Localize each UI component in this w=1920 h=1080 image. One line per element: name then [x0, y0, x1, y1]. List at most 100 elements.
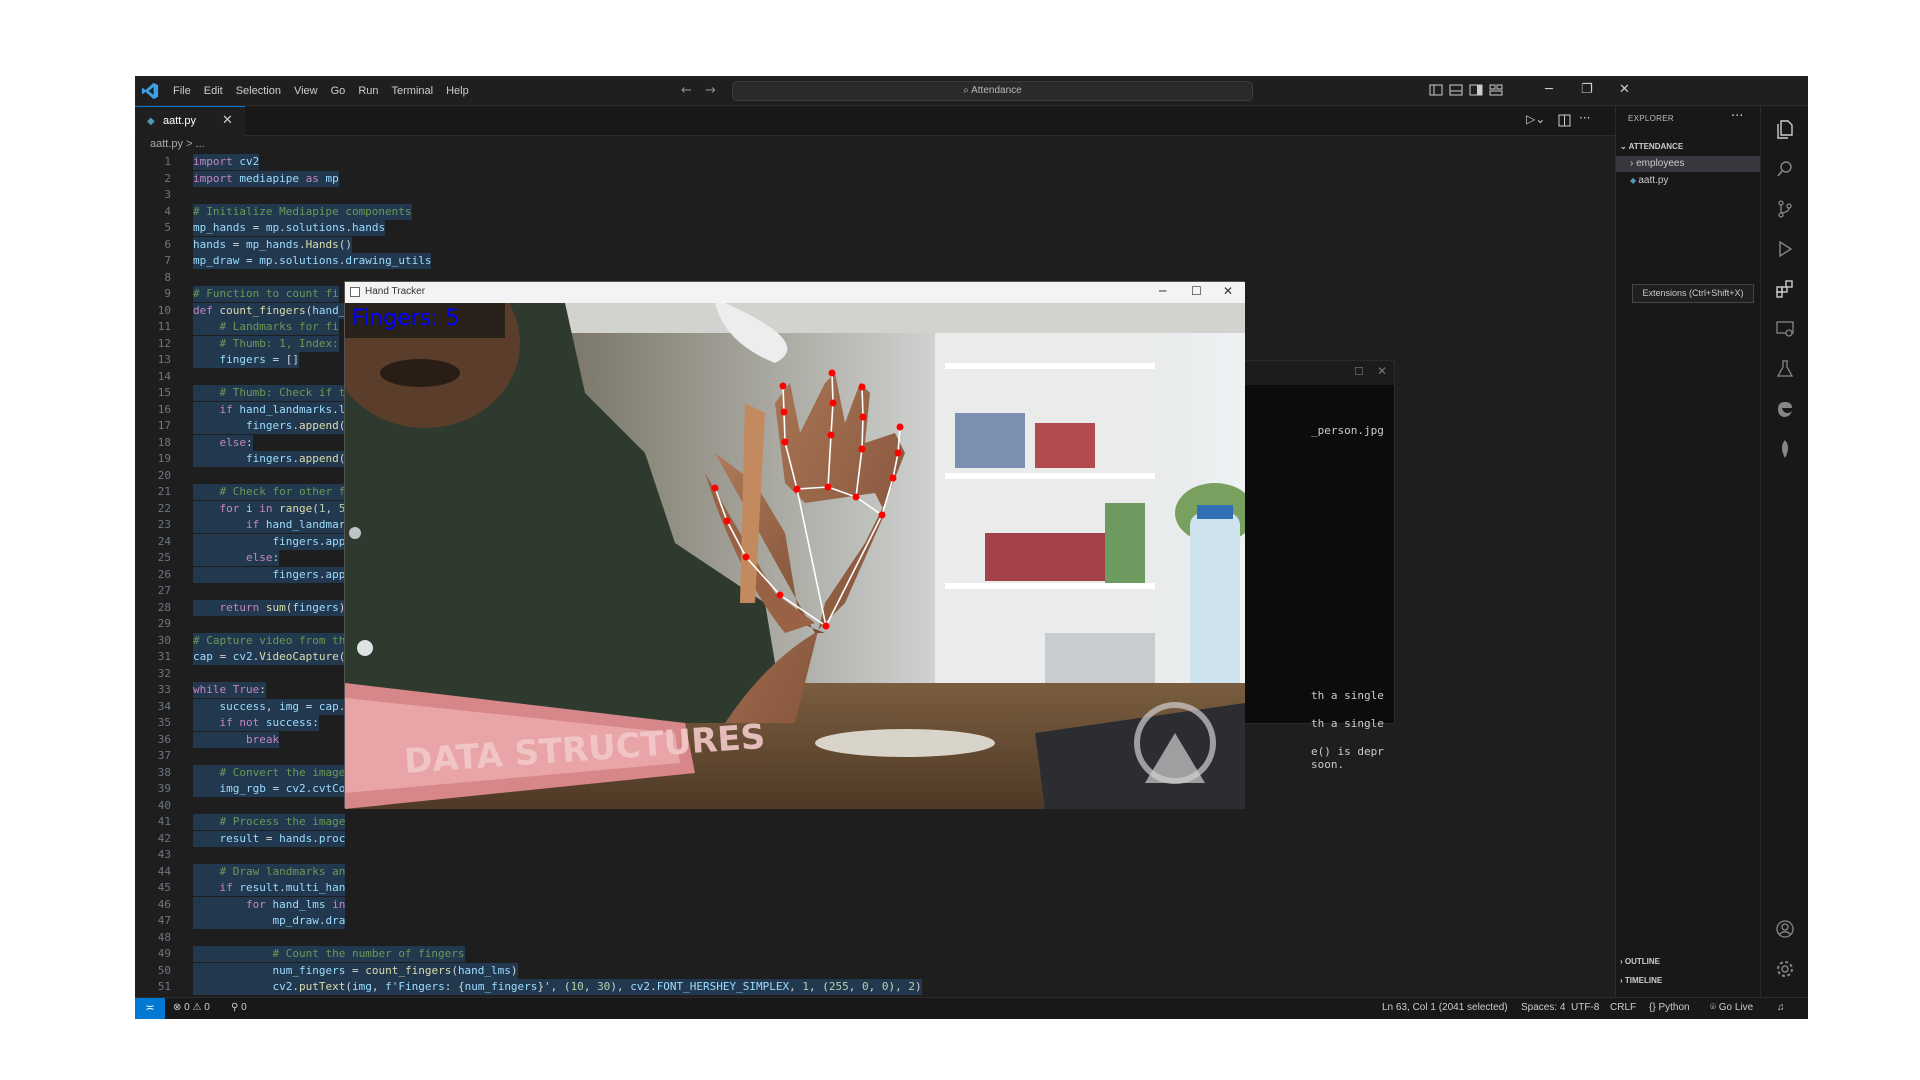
- close-window-icon[interactable]: ✕: [1619, 82, 1630, 97]
- line-number: 18: [157, 435, 171, 449]
- tab-aatt-py[interactable]: ◆ aatt.py ✕: [135, 106, 245, 136]
- toggle-panel-icon[interactable]: [1449, 83, 1463, 97]
- code-line[interactable]: 44 # Draw landmarks an: [135, 863, 1615, 880]
- code-line[interactable]: 48: [135, 930, 1615, 946]
- command-center-search[interactable]: ⌕ Attendance: [732, 81, 1253, 101]
- notifications-bell-icon[interactable]: ♫: [1777, 1002, 1785, 1013]
- menu-run[interactable]: Run: [358, 85, 378, 97]
- code-line[interactable]: 41 # Process the image: [135, 814, 1615, 830]
- search-icon[interactable]: [1775, 159, 1795, 179]
- remote-explorer-icon[interactable]: [1775, 319, 1795, 339]
- explorer-icon[interactable]: [1775, 119, 1795, 139]
- line-number: 10: [157, 303, 171, 317]
- restore-icon[interactable]: ❐: [1581, 82, 1593, 97]
- split-editor-icon[interactable]: [1558, 114, 1571, 127]
- more-actions-icon[interactable]: ···: [1579, 111, 1590, 125]
- code-line[interactable]: 5 mp_hands = mp.solutions.hands: [135, 220, 1615, 236]
- menu-help[interactable]: Help: [446, 85, 469, 97]
- line-number: 16: [157, 402, 171, 416]
- line-code: break: [193, 731, 280, 748]
- menu-view[interactable]: View: [294, 85, 318, 97]
- language-mode[interactable]: {} Python: [1649, 1002, 1690, 1013]
- code-line[interactable]: 3: [135, 187, 1615, 203]
- testing-icon[interactable]: [1775, 359, 1795, 379]
- code-line[interactable]: 2 import mediapipe as mp: [135, 170, 1615, 187]
- forward-arrow-icon[interactable]: →: [705, 83, 716, 98]
- line-code: # Count the number of fingers: [193, 946, 465, 962]
- toggle-secondary-sidebar-icon[interactable]: [1469, 83, 1483, 97]
- line-number: 51: [157, 980, 171, 993]
- run-python-icon[interactable]: ▷⌄: [1526, 112, 1545, 126]
- mongodb-icon[interactable]: [1775, 439, 1795, 459]
- end-of-line[interactable]: CRLF: [1610, 1002, 1636, 1013]
- camera-feed: DATA STRUCTURES Fingers: 5: [345, 303, 1245, 809]
- edge-icon[interactable]: [1775, 399, 1795, 419]
- explorer-more-icon[interactable]: ···: [1731, 109, 1743, 124]
- explorer-section-outline[interactable]: › OUTLINE: [1620, 957, 1660, 966]
- code-line[interactable]: 50 num_fingers = count_fingers(hand_lms): [135, 962, 1615, 979]
- line-number: 19: [157, 452, 171, 465]
- tab-close-icon[interactable]: ✕: [222, 113, 233, 128]
- hand-tracker-maximize-icon[interactable]: ☐: [1191, 284, 1202, 298]
- code-line[interactable]: 6 hands = mp_hands.Hands(): [135, 236, 1615, 253]
- line-code: while True:: [193, 682, 266, 698]
- line-code: for i in range(1, 5: [193, 500, 346, 517]
- menu-terminal[interactable]: Terminal: [392, 85, 434, 97]
- line-code: import mediapipe as mp: [193, 170, 339, 187]
- line-number: 22: [157, 501, 171, 515]
- account-icon[interactable]: [1775, 919, 1795, 939]
- run-debug-icon[interactable]: [1775, 239, 1795, 259]
- code-line[interactable]: 7 mp_draw = mp.solutions.drawing_utils: [135, 253, 1615, 269]
- extensions-icon[interactable]: [1775, 279, 1795, 299]
- explorer-item-employees[interactable]: › employees: [1616, 156, 1761, 172]
- ports-indicator[interactable]: ⚲ 0: [231, 1002, 247, 1013]
- line-code: cv2.putText(img, f'Fingers: {num_fingers…: [193, 979, 922, 995]
- line-code: import cv2: [193, 154, 260, 170]
- menu-selection[interactable]: Selection: [236, 85, 281, 97]
- explorer-item-aatt-py[interactable]: ◆ aatt.py: [1616, 173, 1761, 189]
- code-line[interactable]: 45 if result.multi_han: [135, 880, 1615, 896]
- line-code: fingers.app: [193, 566, 346, 583]
- minimize-icon[interactable]: ─: [1545, 82, 1553, 97]
- toggle-primary-sidebar-icon[interactable]: [1429, 83, 1443, 97]
- code-line[interactable]: 43: [135, 847, 1615, 863]
- line-number: 25: [157, 551, 171, 564]
- line-number: 44: [157, 864, 171, 878]
- line-number: 31: [157, 650, 171, 663]
- code-line[interactable]: 49 # Count the number of fingers: [135, 946, 1615, 962]
- explorer-section-timeline[interactable]: › TIMELINE: [1620, 976, 1662, 985]
- remote-indicator-icon[interactable]: ≍: [135, 998, 165, 1019]
- customize-layout-icon[interactable]: [1489, 83, 1503, 97]
- back-arrow-icon[interactable]: ←: [681, 83, 692, 98]
- source-control-icon[interactable]: [1775, 199, 1795, 219]
- encoding[interactable]: UTF-8: [1571, 1002, 1599, 1013]
- menu-edit[interactable]: Edit: [204, 85, 223, 97]
- cursor-position[interactable]: Ln 63, Col 1 (2041 selected): [1382, 1002, 1508, 1013]
- line-code: return sum(fingers): [193, 599, 346, 616]
- code-line[interactable]: 46 for hand_lms in: [135, 896, 1615, 913]
- hand-tracker-titlebar[interactable]: Hand Tracker ─ ☐ ✕: [345, 282, 1245, 303]
- console-line: _person.jpg: [1311, 424, 1384, 437]
- camera-frame-image: DATA STRUCTURES: [345, 303, 1245, 809]
- code-line[interactable]: 1 import cv2: [135, 154, 1615, 170]
- problems-indicator[interactable]: ⊗ 0 ⚠ 0: [173, 1002, 210, 1013]
- hand-tracker-window[interactable]: Hand Tracker ─ ☐ ✕ DATA STRUCTURES Finge…: [344, 281, 1245, 809]
- console-close-icon[interactable]: ✕: [1377, 364, 1387, 378]
- code-line[interactable]: 47 mp_draw.dra: [135, 913, 1615, 929]
- explorer-section-attendance[interactable]: ⌄ ATTENDANCE: [1620, 142, 1683, 151]
- code-line[interactable]: 42 result = hands.proc: [135, 830, 1615, 847]
- breadcrumb[interactable]: aatt.py > ...: [150, 138, 205, 150]
- menu-file[interactable]: File: [173, 85, 191, 97]
- code-line[interactable]: 51 cv2.putText(img, f'Fingers: {num_fing…: [135, 979, 1615, 995]
- hand-tracker-close-icon[interactable]: ✕: [1223, 284, 1233, 298]
- console-maximize-icon[interactable]: ☐: [1354, 365, 1364, 378]
- settings-icon[interactable]: [1775, 959, 1795, 979]
- indentation[interactable]: Spaces: 4: [1521, 1002, 1565, 1013]
- menu-go[interactable]: Go: [331, 85, 346, 97]
- line-code: # Process the image: [193, 814, 346, 830]
- hand-tracker-minimize-icon[interactable]: ─: [1159, 284, 1166, 298]
- line-number: 30: [157, 633, 171, 647]
- code-line[interactable]: 4 # Initialize Mediapipe components: [135, 203, 1615, 220]
- ports-count: 0: [241, 1002, 247, 1013]
- go-live-button[interactable]: ⌾ Go Live: [1710, 1002, 1753, 1013]
